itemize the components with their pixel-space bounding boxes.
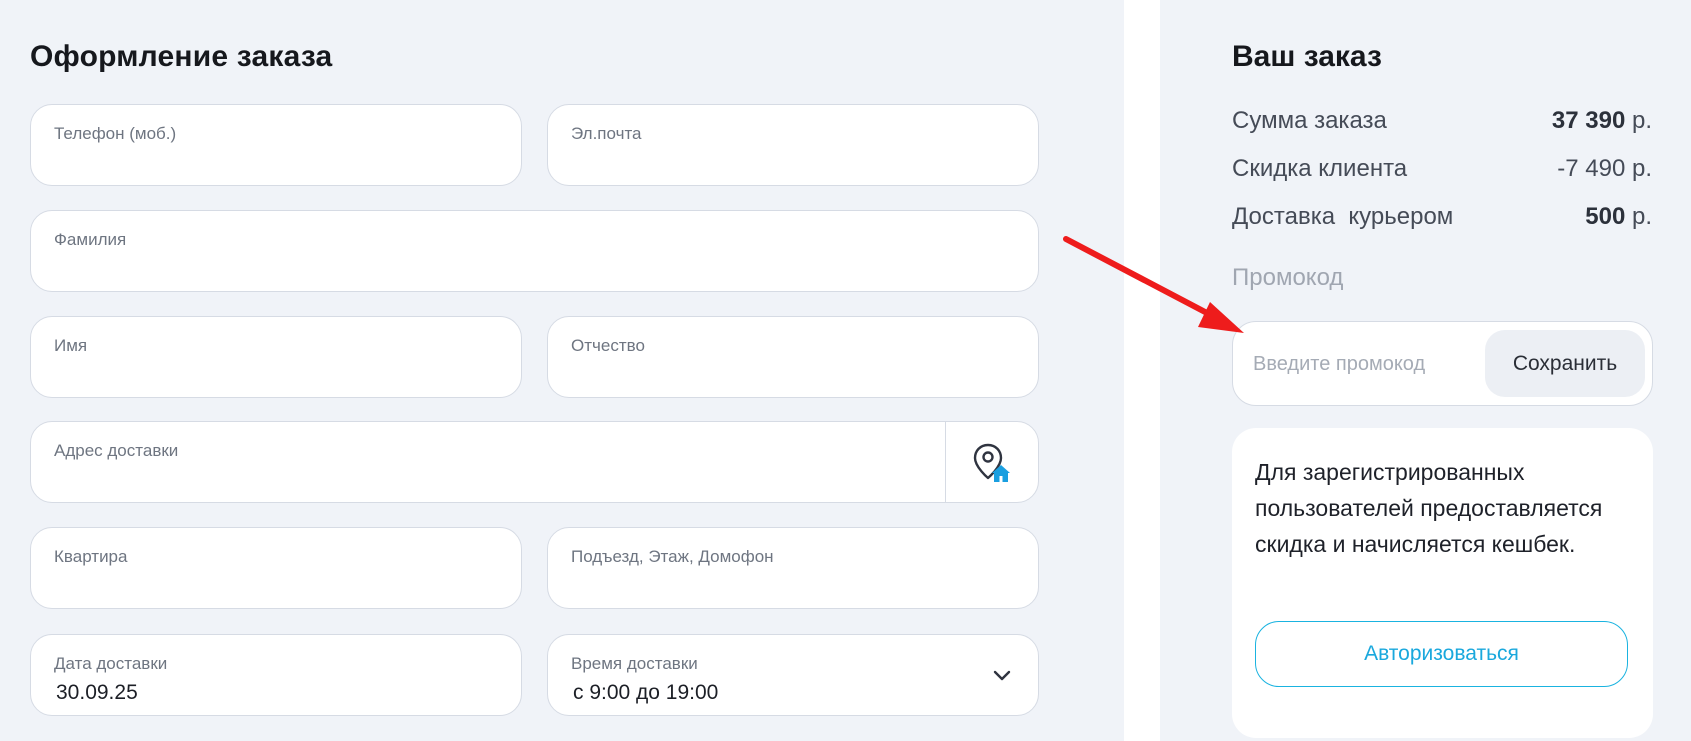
promo-input[interactable] xyxy=(1253,340,1483,388)
delivery-time-select[interactable]: Время доставки с 9:00 до 19:00 xyxy=(547,634,1039,716)
promo-box: Сохранить xyxy=(1232,321,1653,406)
delivery-date-label: Дата доставки xyxy=(54,654,168,673)
chevron-down-icon[interactable] xyxy=(992,669,1012,683)
client-discount-label: Скидка клиента xyxy=(1232,155,1408,182)
phone-field-label: Телефон (моб.) xyxy=(54,124,177,143)
entrance-field[interactable]: Подъезд, Этаж, Домофон xyxy=(547,527,1039,609)
registration-text: Для зарегистрированных пользователей пре… xyxy=(1255,459,1603,557)
courier-delivery-row: Доставка курьером 500 р. xyxy=(1232,203,1652,233)
delivery-date-field[interactable]: Дата доставки 30.09.25 xyxy=(30,634,522,716)
map-pin-home-icon xyxy=(973,443,1010,482)
registration-card: Для зарегистрированных пользователей пре… xyxy=(1232,428,1653,738)
save-promo-button[interactable]: Сохранить xyxy=(1485,330,1645,397)
last-name-field[interactable]: Фамилия xyxy=(30,210,1039,292)
patronymic-field[interactable]: Отчество xyxy=(547,316,1039,398)
delivery-time-value: с 9:00 до 19:00 xyxy=(573,681,719,704)
phone-field[interactable]: Телефон (моб.) xyxy=(30,104,522,186)
client-discount-row: Скидка клиента -7 490 р. xyxy=(1232,155,1652,185)
map-pin-button[interactable] xyxy=(945,422,1038,502)
courier-delivery-amount: 500 xyxy=(1585,203,1626,230)
courier-delivery-unit: р. xyxy=(1625,203,1652,230)
first-name-field[interactable]: Имя xyxy=(30,316,522,398)
order-sum-row: Сумма заказа 37 390 р. xyxy=(1232,107,1652,137)
address-field-label: Адрес доставки xyxy=(54,441,179,460)
entrance-field-label: Подъезд, Этаж, Домофон xyxy=(571,547,774,566)
delivery-date-value: 30.09.25 xyxy=(56,681,138,704)
apartment-field[interactable]: Квартира xyxy=(30,527,522,609)
first-name-field-label: Имя xyxy=(54,336,88,355)
delivery-time-label: Время доставки xyxy=(571,654,698,673)
order-sum-amount: 37 390 xyxy=(1551,107,1626,134)
address-field[interactable]: Адрес доставки xyxy=(30,421,1039,503)
panel-divider xyxy=(1124,0,1160,741)
promo-label: Промокод xyxy=(1232,264,1344,291)
authorize-button[interactable]: Авторизоваться xyxy=(1255,621,1628,687)
email-field[interactable]: Эл.почта xyxy=(547,104,1039,186)
page-title: Оформление заказа xyxy=(30,40,333,73)
client-discount-value: -7 490 р. xyxy=(1557,155,1652,182)
last-name-field-label: Фамилия xyxy=(54,230,127,249)
order-sum-label: Сумма заказа xyxy=(1232,107,1387,134)
patronymic-field-label: Отчество xyxy=(571,336,645,355)
order-title: Ваш заказ xyxy=(1232,40,1382,73)
courier-delivery-value: 500 р. xyxy=(1585,203,1652,231)
courier-delivery-label: Доставка курьером xyxy=(1232,203,1454,230)
email-field-label: Эл.почта xyxy=(571,124,642,143)
apartment-field-label: Квартира xyxy=(54,547,128,566)
order-sum-unit: р. xyxy=(1625,107,1652,134)
order-sum-value: 37 390 р. xyxy=(1552,107,1652,135)
